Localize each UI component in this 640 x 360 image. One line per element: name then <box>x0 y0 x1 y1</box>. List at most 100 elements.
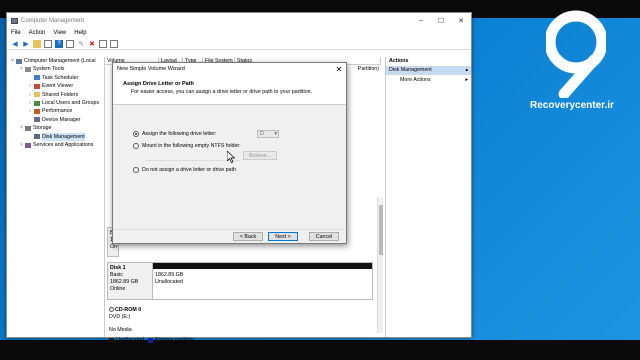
tree-item[interactable]: › Event Viewer <box>9 82 104 90</box>
disk-1-type: Basic <box>110 272 123 278</box>
back-arrow-icon[interactable]: ◀ <box>11 40 19 48</box>
wizard-heading: Assign Drive Letter or Path <box>123 81 194 87</box>
tree-item-label: Services and Applications <box>33 141 94 148</box>
tree-item[interactable]: › Performance <box>9 107 104 115</box>
option-no-letter-label: Do not assign a drive letter or drive pa… <box>142 167 236 173</box>
up-folder-icon[interactable] <box>33 39 41 48</box>
legend-primary: Primary partition <box>154 337 194 343</box>
menu-action[interactable]: Action <box>29 30 46 36</box>
actions-section-disk-management[interactable]: Disk Management ▴ <box>386 66 471 75</box>
vertical-scrollbar[interactable] <box>377 197 383 333</box>
volume-status-fragment: Partition) <box>357 66 379 72</box>
view-icon[interactable] <box>110 39 118 48</box>
edit-icon[interactable]: ✎ <box>77 40 85 48</box>
forward-arrow-icon[interactable]: ▶ <box>22 40 30 48</box>
close-button[interactable]: ✕ <box>451 13 471 28</box>
cdrom-type: DVD (E:) <box>109 314 131 320</box>
partition-size: 1862.89 GB <box>155 272 184 278</box>
unallocated-swatch <box>109 337 114 343</box>
drive-letter-select[interactable]: D ▾ <box>257 130 279 138</box>
tree-item-label: Local Users and Groups <box>42 99 100 106</box>
tree-item[interactable]: ˅ Storage <box>9 124 104 132</box>
tree-item-label: Device Manager <box>42 116 81 123</box>
disk-icon <box>34 134 40 140</box>
show-hide-tree-icon[interactable] <box>44 39 52 48</box>
tree-item-label: Performance <box>42 108 73 115</box>
tree-item[interactable]: ˅ Computer Management (Local <box>9 57 104 65</box>
tree-item-label: Disk Management <box>42 132 85 141</box>
wizard-header: Assign Drive Letter or Path For easier a… <box>113 75 346 105</box>
window-title: Computer Management <box>21 17 85 24</box>
export-icon[interactable] <box>99 39 107 48</box>
option-no-letter[interactable]: Do not assign a drive letter or drive pa… <box>133 167 236 173</box>
tree-item[interactable]: ˅ System Tools <box>9 65 104 73</box>
help-icon[interactable]: ? <box>55 39 63 48</box>
minimize-button[interactable]: – <box>411 13 431 28</box>
wizard-close-button[interactable]: ✕ <box>332 65 346 74</box>
brand-mark-icon <box>546 10 606 98</box>
disk-1-status: Online <box>110 286 126 292</box>
tree-item[interactable]: Task Scheduler <box>9 74 104 82</box>
scrollbar-thumb[interactable] <box>379 205 383 255</box>
device-icon <box>34 117 40 123</box>
folder-icon <box>34 92 40 98</box>
tree-item-label: Shared Folders <box>42 91 79 98</box>
log-icon <box>34 83 40 89</box>
tree-item[interactable]: Disk Management <box>9 132 104 141</box>
actions-header: Actions <box>389 58 409 64</box>
option-mount-folder-label: Mount in the following empty NTFS folder… <box>142 143 241 149</box>
cd-icon <box>109 307 114 313</box>
cancel-button[interactable]: Cancel <box>309 232 339 241</box>
toolbar: ◀ ▶ ? ✎ ✖ <box>7 38 471 50</box>
back-button[interactable]: < Back <box>233 232 263 241</box>
radio-assign-letter[interactable] <box>133 131 139 137</box>
mouse-cursor-icon <box>227 151 235 163</box>
cdrom-label: CD-ROM 0 <box>115 307 142 313</box>
cdrom-media: No Media <box>109 327 132 333</box>
title-bar: Computer Management – ☐ ✕ <box>7 13 471 28</box>
storage-icon <box>25 125 31 131</box>
option-mount-folder[interactable]: Mount in the following empty NTFS folder… <box>133 143 241 149</box>
menu-bar: File Action View Help <box>7 28 471 38</box>
menu-file[interactable]: File <box>11 30 21 36</box>
legend-unallocated: Unallocated <box>116 337 144 343</box>
radio-mount-folder[interactable] <box>133 143 139 149</box>
chart-icon <box>34 109 40 115</box>
navigation-tree: ˅ Computer Management (Local ˅ System Tools… <box>9 57 105 337</box>
tools-icon <box>25 67 31 73</box>
actions-pane: Actions Disk Management ▴ More Actions ▸ <box>385 57 471 337</box>
partition-status: Unallocated <box>155 279 183 285</box>
clock-icon <box>34 75 40 81</box>
maximize-button[interactable]: ☐ <box>431 13 451 28</box>
computer-icon <box>16 58 22 64</box>
radio-no-letter[interactable] <box>133 167 139 173</box>
collapse-icon[interactable]: ▴ <box>465 66 468 75</box>
tree-item[interactable]: › Local Users and Groups <box>9 99 104 107</box>
disk-1-size: 1862.89 GB <box>110 279 139 285</box>
tree-item-label: Computer Management (Local <box>24 58 96 64</box>
tree-item[interactable]: › Shared Folders <box>9 91 104 99</box>
menu-help[interactable]: Help <box>74 30 86 36</box>
browse-button[interactable]: Browse... <box>243 151 277 160</box>
dropdown-arrow-icon: ▾ <box>274 131 277 137</box>
properties-icon[interactable] <box>66 39 74 48</box>
menu-view[interactable]: View <box>53 30 66 36</box>
brand-logo: Recoverycenter.ir <box>520 5 640 115</box>
delete-icon[interactable]: ✖ <box>88 40 96 48</box>
disk-1-row: Disk 1 Basic 1862.89 GB Online 1862.89 G… <box>107 262 373 300</box>
disk-1-info[interactable]: Disk 1 Basic 1862.89 GB Online <box>107 262 153 300</box>
option-assign-letter[interactable]: Assign the following drive letter: <box>133 131 217 137</box>
drive-letter-value: D <box>260 131 264 137</box>
wizard-footer: < Back Next > Cancel <box>113 229 346 243</box>
new-simple-volume-wizard: New Simple Volume Wizard ✕ Assign Drive … <box>112 62 347 244</box>
tree-item-label: System Tools <box>33 66 65 73</box>
next-button[interactable]: Next > <box>268 232 298 241</box>
disk-1-unallocated-partition[interactable]: 1862.89 GB Unallocated <box>153 262 373 300</box>
computer-management-icon <box>11 17 18 24</box>
tree-item[interactable]: Device Manager <box>9 116 104 124</box>
tree-item[interactable]: ˅ Services and Applications <box>9 141 104 149</box>
more-actions-item[interactable]: More Actions ▸ <box>386 75 471 86</box>
cdrom-info[interactable]: CD-ROM 0 DVD (E:) No Media <box>107 305 153 337</box>
services-icon <box>25 142 31 148</box>
brand-text: Recoverycenter.ir <box>530 100 614 111</box>
